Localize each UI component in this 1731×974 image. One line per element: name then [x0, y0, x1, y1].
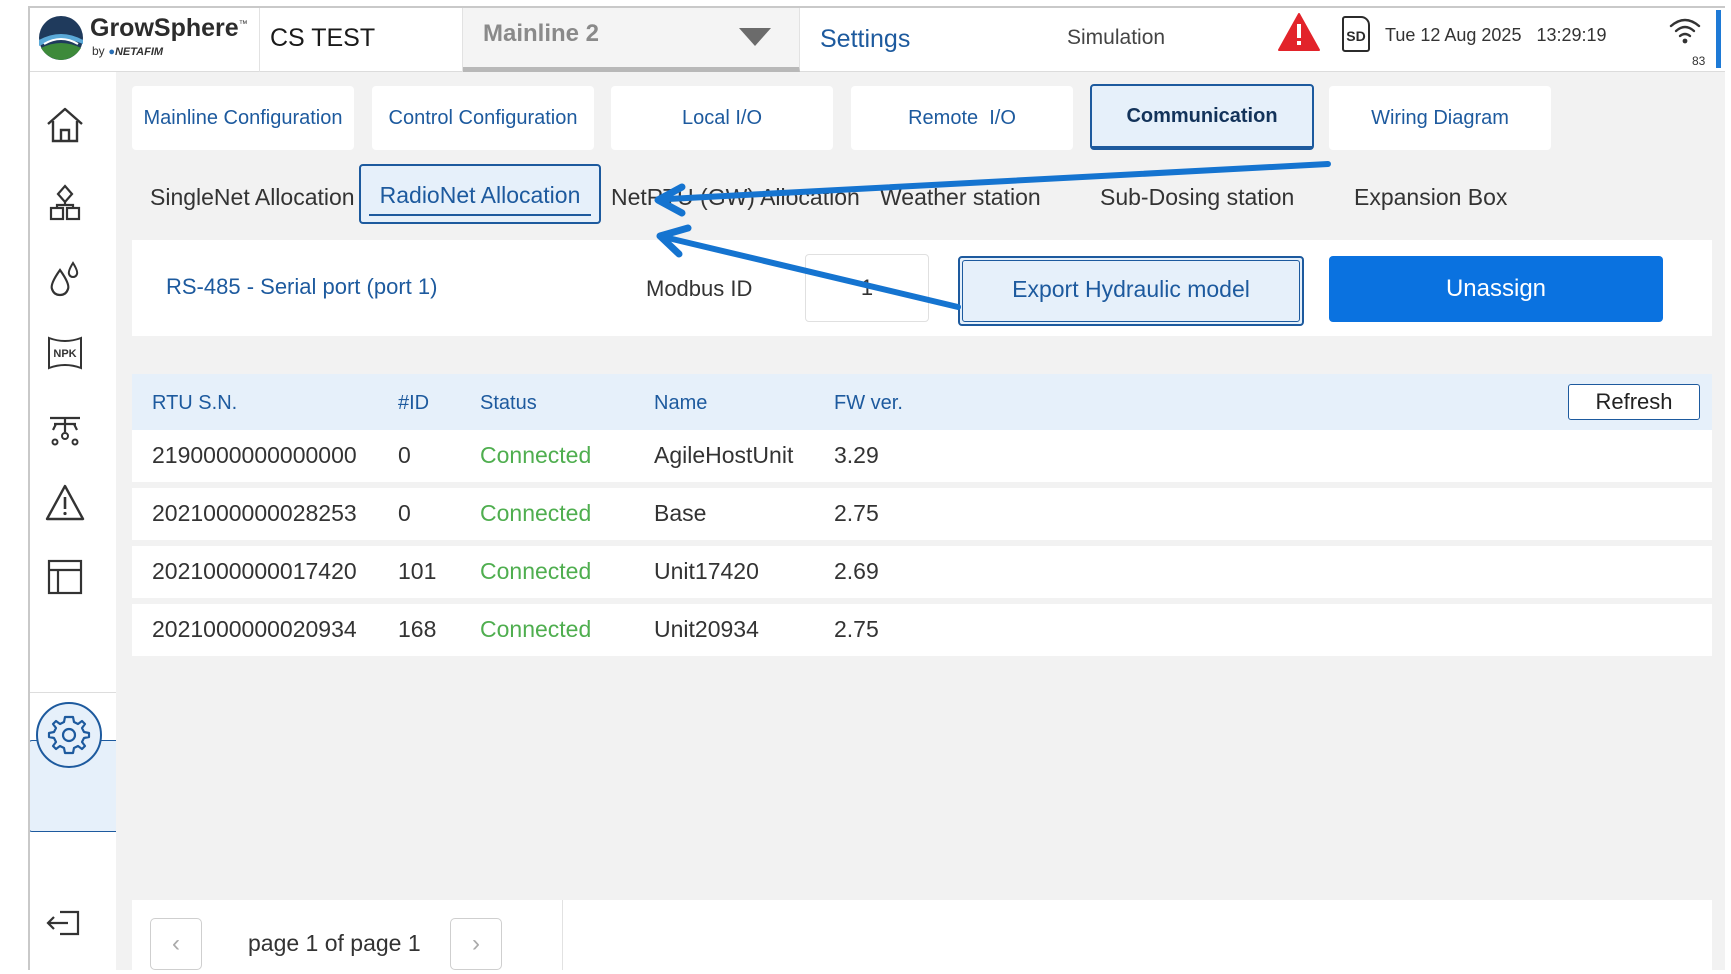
- network-icon[interactable]: [44, 182, 86, 224]
- settings-content: Mainline Configuration Control Configura…: [116, 72, 1725, 970]
- table-row[interactable]: 2190000000000000 0 Connected AgileHostUn…: [132, 430, 1712, 482]
- tab-local-io[interactable]: Local I/O: [611, 86, 833, 150]
- refresh-button[interactable]: Refresh: [1568, 384, 1700, 420]
- sd-card-icon: SD: [1342, 16, 1370, 52]
- wifi-icon: [1669, 18, 1701, 44]
- settings-button[interactable]: [36, 702, 102, 768]
- section-title: Settings: [800, 8, 1030, 72]
- water-drops-icon[interactable]: [44, 258, 86, 300]
- subtab-radionet-allocation[interactable]: RadioNet Allocation: [359, 164, 601, 224]
- cell-name: Base: [654, 500, 707, 526]
- simulation-mode: Simulation: [1067, 26, 1166, 49]
- header-id: #ID: [398, 392, 430, 414]
- subtab-netrtu-allocation[interactable]: NetRTU (GW) Allocation: [611, 168, 860, 226]
- site-selector[interactable]: CS TEST: [260, 8, 463, 72]
- cell-rtu-sn: 2021000000017420: [152, 558, 357, 584]
- sidebar-divider: [30, 692, 116, 693]
- tab-mainline-configuration[interactable]: Mainline Configuration: [132, 86, 354, 150]
- cell-rtu-sn: 2021000000028253: [152, 500, 357, 526]
- cell-status: Connected: [480, 442, 592, 468]
- tab-communication[interactable]: Communication: [1090, 84, 1314, 150]
- cell-status: Connected: [480, 558, 592, 584]
- cell-rtu-sn: 2190000000000000: [152, 442, 357, 468]
- header-name: Name: [654, 392, 708, 414]
- cell-id: 101: [398, 558, 437, 584]
- cell-id: 0: [398, 500, 411, 526]
- main-tabs: Mainline Configuration Control Configura…: [116, 84, 1725, 152]
- pagination-bar: ‹ page 1 of page 1 ›: [132, 900, 1712, 970]
- window-edge-accent: [1716, 10, 1721, 68]
- table-row[interactable]: 2021000000028253 0 Connected Base 2.75: [132, 488, 1712, 540]
- cell-id: 0: [398, 442, 411, 468]
- port-panel: RS-485 - Serial port (port 1) Modbus ID …: [132, 240, 1712, 336]
- mainline-dropdown[interactable]: Mainline 2: [463, 8, 800, 72]
- header-status: Status: [480, 392, 537, 414]
- tab-control-configuration[interactable]: Control Configuration: [372, 86, 594, 150]
- cell-name: Unit20934: [654, 616, 759, 642]
- header-fw-ver: FW ver.: [834, 392, 903, 414]
- cell-fw: 3.29: [834, 442, 879, 468]
- subtab-expansion-box[interactable]: Expansion Box: [1354, 168, 1507, 226]
- cell-status: Connected: [480, 616, 592, 642]
- page-indicator: page 1 of page 1: [248, 930, 421, 956]
- cell-id: 168: [398, 616, 437, 642]
- app-window: GrowSphere™ by ●NETAFIM CS TEST Mainline…: [28, 6, 1725, 970]
- mainline-selected: Mainline 2: [483, 20, 600, 47]
- table-icon[interactable]: [44, 556, 86, 598]
- next-page-button[interactable]: ›: [450, 918, 502, 970]
- alert-icon[interactable]: [1277, 12, 1321, 52]
- gear-icon: [47, 715, 91, 755]
- table-header: RTU S.N. #ID Status Name FW ver. Refresh: [132, 374, 1712, 430]
- port-label: RS-485 - Serial port (port 1): [166, 274, 438, 299]
- date-time: Tue 12 Aug 2025 13:29:19: [1385, 25, 1607, 46]
- time-text: 13:29:19: [1536, 25, 1607, 45]
- export-hydraulic-model-button[interactable]: Export Hydraulic model: [958, 256, 1304, 326]
- cell-fw: 2.69: [834, 558, 879, 584]
- active-underline: [369, 214, 591, 216]
- cell-fw: 2.75: [834, 616, 879, 642]
- table-row[interactable]: 2021000000017420 101 Connected Unit17420…: [132, 546, 1712, 598]
- modbus-id-label: Modbus ID: [646, 276, 753, 301]
- home-icon[interactable]: [44, 104, 86, 146]
- brand-name: GrowSphere™: [90, 14, 248, 42]
- npk-icon[interactable]: NPK: [44, 332, 86, 374]
- warning-icon[interactable]: [44, 482, 86, 524]
- subtab-singlenet-allocation[interactable]: SingleNet Allocation: [150, 168, 355, 226]
- header-rtu-sn: RTU S.N.: [152, 392, 238, 414]
- subtab-weather-station[interactable]: Weather station: [880, 168, 1041, 226]
- pagination-divider: [562, 900, 563, 970]
- cell-rtu-sn: 2021000000020934: [152, 616, 357, 642]
- sidebar: NPK: [30, 72, 126, 970]
- table-row[interactable]: 2021000000020934 168 Connected Unit20934…: [132, 604, 1712, 656]
- rtu-table: RTU S.N. #ID Status Name FW ver. Refresh…: [132, 374, 1712, 656]
- brand-logo: GrowSphere™ by ●NETAFIM: [30, 8, 260, 72]
- unassign-button[interactable]: Unassign: [1329, 256, 1663, 322]
- table-body: 2190000000000000 0 Connected AgileHostUn…: [132, 430, 1712, 656]
- subtab-radionet-label: RadioNet Allocation: [379, 182, 581, 208]
- modbus-id-field[interactable]: 1: [805, 254, 929, 322]
- brand-by: by ●NETAFIM: [92, 44, 164, 58]
- date-text: Tue 12 Aug 2025: [1385, 25, 1522, 45]
- wifi-strength: 83: [1692, 54, 1706, 68]
- site-name: CS TEST: [270, 24, 376, 52]
- globe-logo-icon: [39, 16, 83, 60]
- cell-status: Connected: [480, 500, 592, 526]
- tab-remote-io[interactable]: Remote I/O: [851, 86, 1073, 150]
- prev-page-button[interactable]: ‹: [150, 918, 202, 970]
- subtab-sub-dosing-station[interactable]: Sub-Dosing station: [1100, 168, 1294, 226]
- settings-label: Settings: [820, 25, 911, 53]
- tab-wiring-diagram[interactable]: Wiring Diagram: [1329, 86, 1551, 150]
- top-bar: GrowSphere™ by ●NETAFIM CS TEST Mainline…: [30, 8, 1725, 72]
- svg-text:NPK: NPK: [53, 348, 76, 360]
- cell-fw: 2.75: [834, 500, 879, 526]
- cell-name: AgileHostUnit: [654, 442, 794, 468]
- irrigation-icon[interactable]: [44, 408, 86, 450]
- logout-icon[interactable]: [44, 902, 86, 944]
- chevron-down-icon: [739, 28, 771, 46]
- cell-name: Unit17420: [654, 558, 759, 584]
